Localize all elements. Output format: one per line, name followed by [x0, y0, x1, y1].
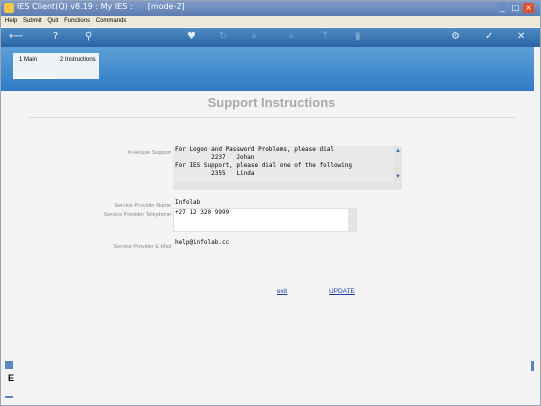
in-house-support-label: In-House Support	[127, 150, 171, 156]
telephone-scrollbar[interactable]	[348, 209, 356, 231]
save-icon[interactable]: ▮	[355, 31, 361, 43]
tab-instructions[interactable]: 2 Instructions	[60, 57, 96, 63]
title-divider	[29, 117, 515, 118]
provider-telephone-field[interactable]: +27 12 320 9999	[173, 208, 357, 232]
tab-main[interactable]: 1 Main	[19, 57, 37, 63]
close-button[interactable]: ×	[523, 3, 534, 13]
export-icon[interactable]: ⇡	[321, 31, 329, 43]
provider-telephone-label: Service Provider Telephone	[103, 212, 171, 218]
app-icon	[4, 3, 14, 13]
help-icon[interactable]: ?	[53, 31, 58, 43]
rewind-icon[interactable]: «	[251, 31, 257, 43]
menu-help[interactable]: Help	[5, 16, 17, 27]
sidebar-footer-marker	[5, 396, 13, 398]
menu-submit[interactable]: Submit	[23, 16, 42, 27]
provider-name-label: Service Provider Name	[114, 203, 171, 209]
exit-link[interactable]: exit	[277, 288, 287, 295]
in-house-support-text: For Logon and Password Problems, please …	[175, 146, 353, 177]
active-tab-indicator	[13, 77, 57, 79]
provider-email-label: Service Provider E-Mail	[113, 244, 171, 250]
menu-functions[interactable]: Functions	[64, 16, 90, 27]
textarea-horizontal-scrollbar[interactable]	[173, 182, 394, 190]
update-link[interactable]: UPDATE	[329, 288, 355, 295]
page-title: Support Instructions	[207, 95, 336, 110]
provider-name-value: Infolab	[175, 199, 201, 206]
settings-icon[interactable]: ⚙	[451, 31, 460, 43]
search-icon[interactable]: ⚲	[85, 31, 92, 43]
fast-forward-icon[interactable]: »	[288, 31, 294, 43]
provider-telephone-value: +27 12 320 9999	[175, 209, 230, 216]
scroll-up-icon[interactable]: ▲	[394, 147, 402, 155]
menu-bar: Help Submit Quit Functions Commands	[1, 16, 540, 27]
minimize-button[interactable]: _	[497, 3, 508, 13]
ok-icon[interactable]: ✓	[485, 31, 493, 43]
window-title: IES Client(Q) v8.19 : My IES : [mode-2]	[17, 2, 185, 11]
back-arrow-icon[interactable]: ⟵	[9, 31, 23, 43]
menu-quit[interactable]: Quit	[47, 16, 58, 27]
right-edge-marker	[531, 361, 534, 371]
in-house-support-textarea[interactable]: For Logon and Password Problems, please …	[173, 146, 402, 190]
maximize-button[interactable]: □	[510, 3, 521, 13]
menu-commands[interactable]: Commands	[96, 16, 127, 27]
close-icon[interactable]: ✕	[517, 31, 525, 43]
provider-email-value: help@infolab.cc	[175, 239, 230, 246]
sidebar-letter: E	[8, 373, 15, 383]
toolbar: ⟵ ? ⚲ ♥ ↻ « » ⇡ ▮ ⚙ ✓ ✕	[1, 28, 540, 47]
scroll-down-icon[interactable]: ▼	[394, 173, 402, 181]
refresh-icon[interactable]: ↻	[219, 31, 227, 43]
heart-icon[interactable]: ♥	[187, 31, 196, 43]
title-bar: IES Client(Q) v8.19 : My IES : [mode-2] …	[1, 1, 540, 16]
app-window: IES Client(Q) v8.19 : My IES : [mode-2] …	[0, 0, 541, 406]
sidebar-marker	[5, 361, 13, 369]
